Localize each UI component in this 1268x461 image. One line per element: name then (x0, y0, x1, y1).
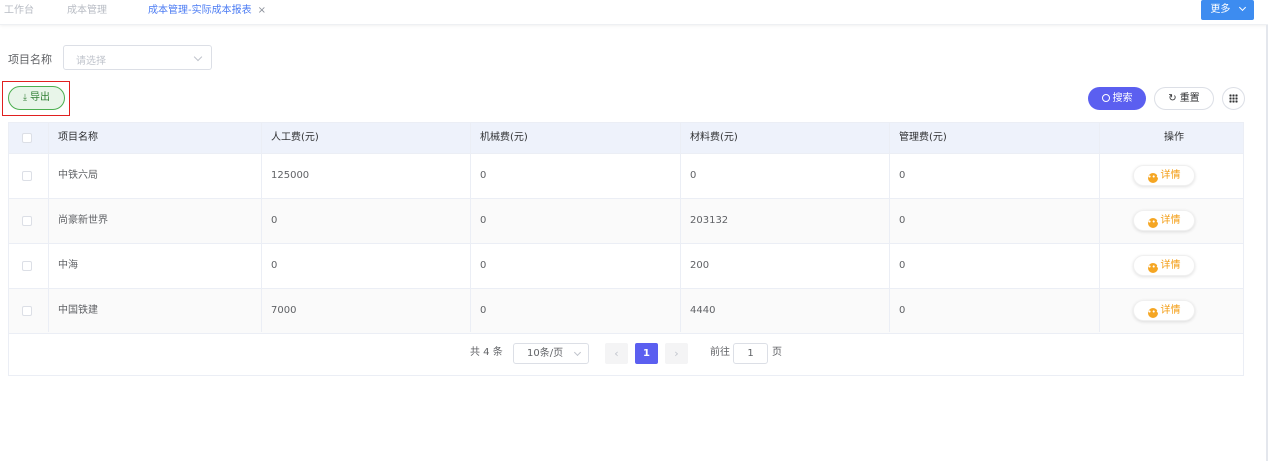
project-name-label: 项目名称 (8, 53, 52, 66)
project-name-select[interactable]: 请选择 (63, 45, 212, 70)
chevron-down-icon (573, 348, 582, 357)
search-icon (1101, 94, 1110, 102)
chevron-right-icon: › (674, 347, 679, 360)
tab-actual-cost-report-label: 成本管理-实际成本报表 (148, 5, 252, 16)
select-all-checkbox[interactable] (22, 133, 32, 143)
more-dots-icon: ••• (1147, 173, 1160, 183)
download-icon: ⤓ (23, 93, 27, 103)
tab-workbench[interactable]: 工作台 (4, 4, 34, 18)
tab-cost-management[interactable]: 成本管理 (67, 4, 107, 18)
more-dots-icon: ••• (1147, 263, 1160, 273)
column-header-machine: 机械费(元) (480, 132, 528, 143)
search-label: 搜索 (1112, 93, 1133, 104)
cell-labor: 0 (271, 215, 278, 226)
column-header-management: 管理费(元) (899, 132, 947, 143)
export-label: 导出 (29, 92, 50, 103)
detail-button[interactable]: •••详情 (1133, 300, 1195, 321)
row-checkbox[interactable] (22, 306, 32, 316)
goto-label: 前往 (710, 347, 730, 358)
cell-management: 0 (899, 170, 906, 181)
column-divider (470, 123, 471, 332)
detail-button[interactable]: •••详情 (1133, 210, 1195, 231)
row-checkbox[interactable] (22, 261, 32, 271)
tab-actual-cost-report[interactable]: 成本管理-实际成本报表 × (148, 4, 266, 18)
export-button[interactable]: ⤓ 导出 (8, 86, 65, 110)
row-checkbox[interactable] (22, 171, 32, 181)
refresh-icon: ↻ (1168, 93, 1177, 104)
table-row: 中海 0 0 200 0 •••详情 (9, 244, 1243, 289)
table-row: 中国铁建 7000 0 4440 0 •••详情 (9, 289, 1243, 334)
cell-machine: 0 (480, 305, 487, 316)
column-header-labor: 人工费(元) (271, 132, 319, 143)
prev-page-button[interactable]: ‹ (605, 343, 628, 364)
cell-labor: 125000 (271, 170, 310, 181)
search-button[interactable]: 搜索 (1088, 87, 1146, 110)
cell-machine: 0 (480, 260, 487, 271)
tab-bar: 工作台 成本管理 成本管理-实际成本报表 × 更多 (0, 0, 1268, 25)
detail-label: 详情 (1160, 260, 1181, 271)
page-size-value: 10条/页 (527, 348, 564, 359)
cell-material: 0 (690, 170, 697, 181)
more-button-label: 更多 (1210, 4, 1231, 15)
column-divider (889, 123, 890, 332)
more-button[interactable]: 更多 (1201, 0, 1254, 20)
cell-machine: 0 (480, 215, 487, 226)
cell-labor: 0 (271, 260, 278, 271)
next-page-button[interactable]: › (665, 343, 688, 364)
chevron-down-icon (1238, 3, 1246, 12)
detail-button[interactable]: •••详情 (1133, 255, 1195, 276)
page-number-current[interactable]: 1 (635, 343, 658, 364)
chevron-left-icon: ‹ (614, 347, 619, 360)
cell-project-name: 尚豪新世界 (58, 215, 108, 226)
reset-label: 重置 (1179, 93, 1200, 104)
more-dots-icon: ••• (1147, 218, 1160, 228)
reset-button[interactable]: ↻ 重置 (1154, 87, 1214, 110)
cell-management: 0 (899, 215, 906, 226)
table-header: 项目名称 人工费(元) 机械费(元) 材料费(元) 管理费(元) 操作 (9, 123, 1243, 154)
page-suffix-label: 页 (772, 347, 782, 358)
cell-project-name: 中国铁建 (58, 305, 98, 316)
row-checkbox[interactable] (22, 216, 32, 226)
project-name-placeholder: 请选择 (76, 56, 106, 67)
goto-page-input[interactable]: 1 (733, 343, 768, 364)
column-header-project-name: 项目名称 (58, 132, 98, 143)
column-settings-button[interactable] (1222, 87, 1245, 110)
pagination-total: 共 4 条 (470, 347, 503, 358)
cost-report-table: 项目名称 人工费(元) 机械费(元) 材料费(元) 管理费(元) 操作 中铁六局… (8, 122, 1244, 376)
detail-label: 详情 (1160, 170, 1181, 181)
column-divider (48, 123, 49, 332)
detail-button[interactable]: •••详情 (1133, 165, 1195, 186)
cell-management: 0 (899, 260, 906, 271)
detail-label: 详情 (1160, 215, 1181, 226)
cell-management: 0 (899, 305, 906, 316)
cell-material: 200 (690, 260, 710, 271)
detail-label: 详情 (1160, 305, 1181, 316)
column-header-material: 材料费(元) (690, 132, 738, 143)
column-divider (1099, 123, 1100, 332)
chevron-down-icon (193, 52, 203, 62)
cell-project-name: 中铁六局 (58, 170, 98, 181)
column-divider (261, 123, 262, 332)
cell-project-name: 中海 (58, 260, 78, 271)
cell-material: 4440 (690, 305, 716, 316)
more-dots-icon: ••• (1147, 308, 1160, 318)
column-divider (680, 123, 681, 332)
cell-labor: 7000 (271, 305, 297, 316)
close-icon[interactable]: × (258, 5, 266, 16)
cell-machine: 0 (480, 170, 487, 181)
page-size-select[interactable]: 10条/页 (513, 343, 589, 364)
table-row: 中铁六局 125000 0 0 0 •••详情 (9, 154, 1243, 199)
column-header-actions: 操作 (1164, 132, 1184, 143)
grid-icon (1229, 94, 1238, 103)
cell-material: 203132 (690, 215, 729, 226)
table-row: 尚豪新世界 0 0 203132 0 •••详情 (9, 199, 1243, 244)
